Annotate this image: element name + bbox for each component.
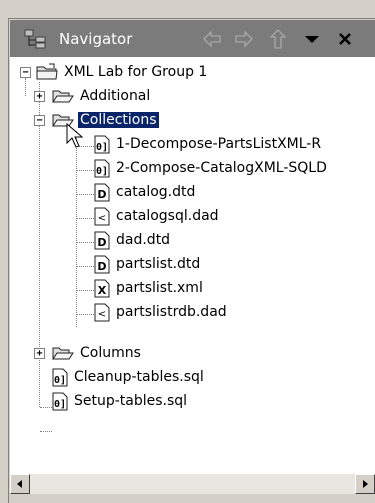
tree-item-file[interactable]: 0] Setup-tables.sql xyxy=(10,391,375,413)
svg-text:0]: 0] xyxy=(96,142,108,153)
navigator-tree: − XML Lab for Group 1 + Additional − Col… xyxy=(10,57,375,474)
forward-arrow-icon[interactable] xyxy=(232,27,256,51)
tree-item-file[interactable]: 0] Cleanup-tables.sql xyxy=(10,367,375,389)
dtd-file-icon: D xyxy=(94,255,110,274)
tree-item-label: catalogsql.dad xyxy=(116,208,219,224)
tree-connector xyxy=(40,431,52,432)
tree-item-file[interactable]: D catalog.dtd xyxy=(10,182,375,204)
tree-item-folder[interactable]: − Collections xyxy=(10,110,375,132)
svg-text:X: X xyxy=(98,284,107,297)
navigator-view-icon xyxy=(24,29,46,49)
svg-text:<: < xyxy=(98,213,106,224)
navigator-titlebar: Navigator xyxy=(10,20,375,57)
tree-item-file[interactable]: D dad.dtd xyxy=(10,230,375,252)
tree-item-file[interactable]: 0] 1-Decompose-PartsListXML-R xyxy=(10,134,375,156)
tree-item-label: Cleanup-tables.sql xyxy=(74,369,204,385)
dad-file-icon: < xyxy=(94,207,110,226)
collapse-toggle[interactable]: − xyxy=(20,67,31,78)
tree-item-label: Additional xyxy=(80,88,151,104)
view-title: Navigator xyxy=(59,30,133,48)
sql-file-icon: 0] xyxy=(94,135,110,154)
expand-toggle[interactable]: + xyxy=(34,348,45,359)
tree-item-file[interactable]: 0] 2-Compose-CatalogXML-SQLD xyxy=(10,158,375,180)
tree-item-label: Collections xyxy=(78,112,159,128)
sql-file-icon: 0] xyxy=(52,392,68,411)
tree-item-label: 2-Compose-CatalogXML-SQLD xyxy=(116,160,327,176)
tree-item-label: partslist.xml xyxy=(116,280,203,296)
tree-item-file[interactable]: D partslist.dtd xyxy=(10,254,375,276)
tree-item-folder[interactable]: + Columns xyxy=(10,343,375,365)
tree-item-file[interactable]: < partslistrdb.dad xyxy=(10,302,375,324)
dtd-file-icon: D xyxy=(94,231,110,250)
folder-icon xyxy=(52,90,74,103)
dtd-file-icon: D xyxy=(94,183,110,202)
dad-file-icon: < xyxy=(94,303,110,322)
sql-file-icon: 0] xyxy=(52,368,68,387)
back-arrow-icon[interactable] xyxy=(200,27,224,51)
folder-icon xyxy=(52,347,74,360)
project-folder-icon xyxy=(36,63,58,80)
svg-text:D: D xyxy=(97,236,106,249)
tree-item-folder[interactable]: + Additional xyxy=(10,86,375,108)
tree-item-file[interactable]: X partslist.xml xyxy=(10,278,375,300)
tree-item-label: 1-Decompose-PartsListXML-R xyxy=(116,136,322,152)
tree-item-label: Setup-tables.sql xyxy=(74,393,188,409)
scroll-left-button[interactable] xyxy=(10,474,30,494)
tree-item-root[interactable]: − XML Lab for Group 1 xyxy=(10,62,375,84)
svg-text:0]: 0] xyxy=(96,166,108,177)
mouse-cursor-icon xyxy=(66,123,84,148)
tree-item-label: dad.dtd xyxy=(116,232,171,248)
close-icon[interactable] xyxy=(333,27,357,51)
tree-item-label: catalog.dtd xyxy=(116,184,196,200)
view-menu-icon[interactable] xyxy=(300,27,324,51)
collapse-toggle[interactable]: − xyxy=(34,115,45,126)
arrow-right-icon xyxy=(363,480,368,488)
sql-file-icon: 0] xyxy=(94,159,110,178)
svg-text:D: D xyxy=(97,188,106,201)
arrow-left-icon xyxy=(17,480,22,488)
expand-toggle[interactable]: + xyxy=(34,91,45,102)
tree-item-label: Columns xyxy=(80,345,141,361)
svg-text:0]: 0] xyxy=(54,375,66,386)
tree-item-file[interactable]: < catalogsql.dad xyxy=(10,206,375,228)
up-arrow-icon[interactable] xyxy=(266,27,290,51)
xml-file-icon: X xyxy=(94,279,110,298)
svg-text:D: D xyxy=(97,260,106,273)
tree-item-label: partslistrdb.dad xyxy=(116,304,227,320)
svg-text:<: < xyxy=(98,309,106,320)
scroll-right-button[interactable] xyxy=(355,474,375,494)
tree-item-label: partslist.dtd xyxy=(116,256,201,272)
horizontal-scrollbar[interactable] xyxy=(10,474,375,494)
tree-item-label: XML Lab for Group 1 xyxy=(64,64,208,80)
svg-text:0]: 0] xyxy=(54,399,66,410)
